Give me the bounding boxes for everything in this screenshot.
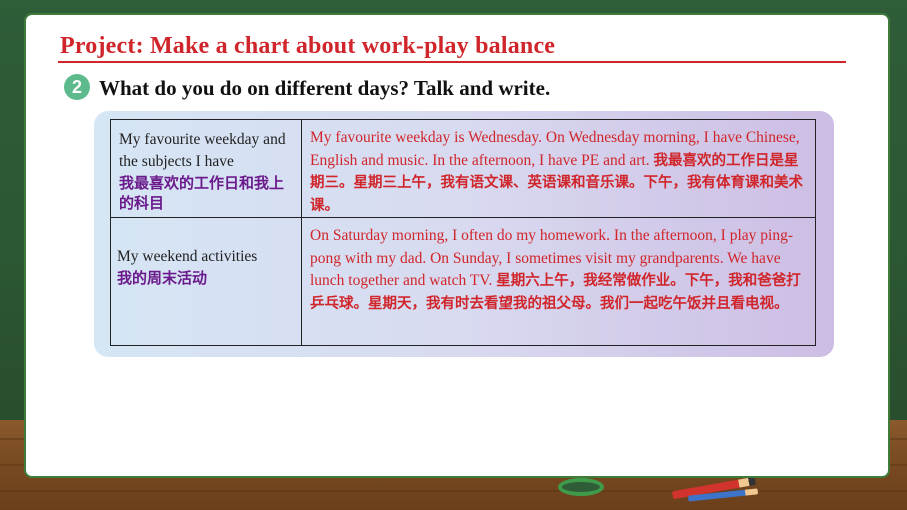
- row-label-chinese: 我最喜欢的工作日和我上的科目: [119, 174, 285, 212]
- row-label-english: My favourite weekday and the subjects I …: [119, 131, 286, 170]
- step-number-badge: 2: [64, 74, 90, 100]
- row-label-english: My weekend activities: [117, 248, 258, 265]
- slide-card: Project: Make a chart about work-play ba…: [24, 13, 890, 478]
- work-play-chart-table: My favourite weekday and the subjects I …: [110, 119, 816, 346]
- row-content-cell: On Saturday morning, I often do my homew…: [301, 217, 816, 346]
- project-title: Project: Make a chart about work-play ba…: [60, 33, 556, 59]
- table-row: My weekend activities 我的周末活动 On Saturday…: [110, 217, 816, 346]
- row-content-cell: My favourite weekday is Wednesday. On We…: [301, 119, 816, 218]
- tape-roll-decoration: [558, 478, 604, 496]
- title-underline: [58, 61, 846, 63]
- row-label-cell: My weekend activities 我的周末活动: [110, 217, 302, 346]
- step-instruction: What do you do on different days? Talk a…: [99, 76, 551, 100]
- table-row: My favourite weekday and the subjects I …: [110, 119, 816, 218]
- row-label-cell: My favourite weekday and the subjects I …: [110, 119, 302, 218]
- row-label-chinese: 我的周末活动: [117, 269, 208, 287]
